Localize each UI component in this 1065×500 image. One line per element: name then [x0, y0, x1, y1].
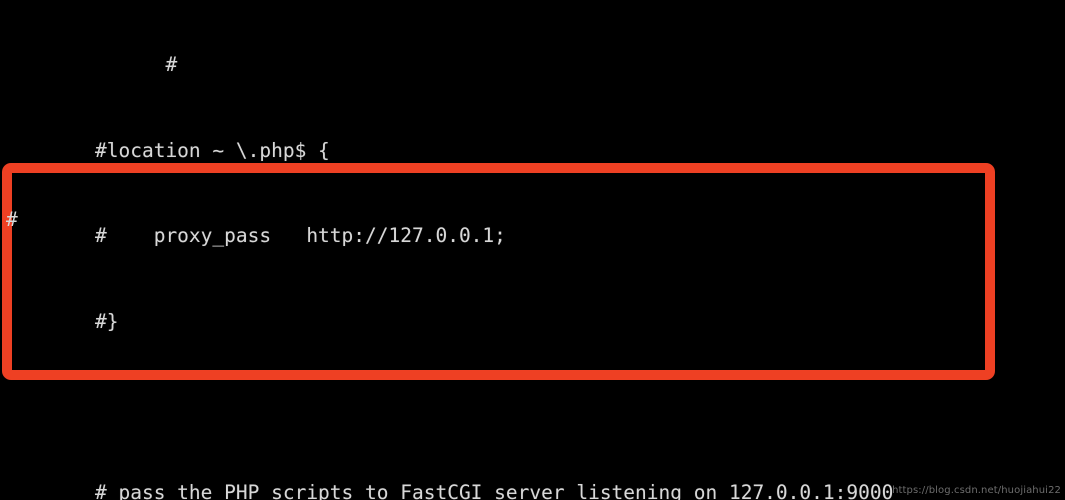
code-line: #}: [95, 309, 119, 333]
csdn-watermark: https://blog.csdn.net/huojiahui22: [892, 485, 1061, 496]
terminal-screenshot: # #location ~ \.php$ { # proxy_pass http…: [0, 0, 1065, 500]
code-line: # proxy_pass http://127.0.0.1;: [95, 224, 506, 247]
margin-hash-glyph: #: [6, 208, 18, 231]
code-line: #location ~ \.php$ {: [95, 138, 330, 162]
nginx-config-text: # #location ~ \.php$ { # proxy_pass http…: [95, 0, 929, 500]
code-line: #: [95, 53, 178, 76]
code-line: # pass the PHP scripts to FastCGI server…: [95, 480, 894, 500]
